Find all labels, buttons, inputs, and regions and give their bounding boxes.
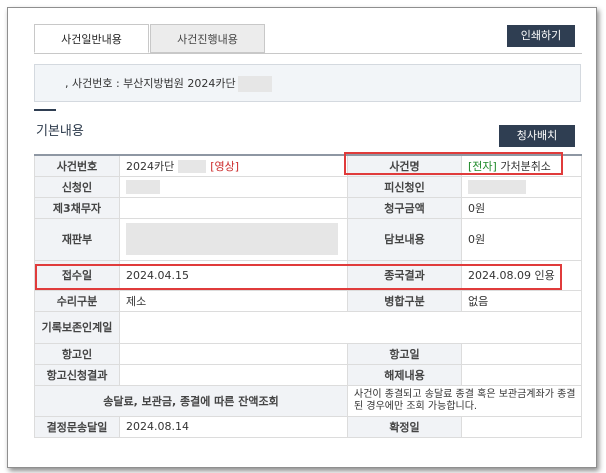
decision-served-value: 2024.08.14 <box>119 415 348 438</box>
table-row: 항고신청결과 해제내용 <box>34 363 582 386</box>
balance-inquiry-note: 사건이 종결되고 송달료 종결 혹은 보관금계좌가 종결된 경우에만 조회 가능… <box>347 384 582 417</box>
redacted-block <box>237 76 272 92</box>
row-label: 해제내용 <box>347 363 462 386</box>
release-value <box>461 363 582 386</box>
row-label: 피신청인 <box>347 175 462 198</box>
security-value: 0원 <box>461 217 582 261</box>
row-label: 청구금액 <box>347 196 462 219</box>
row-label: 병합구분 <box>347 289 462 312</box>
table-row: 결정문송달일 2024.08.14 확정일 <box>34 415 582 438</box>
row-label: 수리구분 <box>34 289 120 312</box>
table-row: 사건번호 2024카단 [영상] 사건명 [전자] 가처분취소 <box>34 154 582 177</box>
division-value <box>119 217 348 261</box>
table-row: 송달료, 보관금, 종결에 따른 잔액조회 사건이 종결되고 송달료 종결 혹은… <box>34 384 582 417</box>
row-label: 기록보존인계일 <box>34 310 120 344</box>
row-label: 재판부 <box>34 217 120 261</box>
redacted-block <box>126 179 160 194</box>
case-name-value: [전자] 가처분취소 <box>461 154 582 177</box>
section-title: 기본내용 <box>36 124 84 139</box>
redacted-block <box>126 223 338 255</box>
claim-amount-value: 0원 <box>461 196 582 219</box>
table-row: 항고인 항고일 <box>34 342 582 365</box>
tab-bar: 사건일반내용 사건진행내용 <box>34 24 266 54</box>
merged-value: 없음 <box>461 289 582 312</box>
row-label: 확정일 <box>347 415 462 438</box>
table-row: 재판부 담보내용 0원 <box>34 217 582 261</box>
respondent-value <box>461 175 582 198</box>
row-label: 신청인 <box>34 175 120 198</box>
case-number-value: 2024카단 [영상] <box>119 154 348 177</box>
print-button[interactable]: 인쇄하기 <box>507 25 575 47</box>
applicant-value <box>119 175 348 198</box>
tab-general-info[interactable]: 사건일반내용 <box>34 24 149 53</box>
final-result-value: 2024.08.09 인용 <box>461 259 582 291</box>
row-label: 결정문송달일 <box>34 415 120 438</box>
preservation-value <box>119 310 582 344</box>
balance-inquiry-link[interactable]: 송달료, 보관금, 종결에 따른 잔액조회 <box>34 384 348 417</box>
appeal-date-value <box>461 342 582 365</box>
case-header-text: , 사건번호 : 부산지방법원 2024카단 <box>65 77 236 90</box>
section-accent-bar <box>34 109 56 111</box>
dispatch-button[interactable]: 청사배치 <box>499 125 575 147</box>
row-label: 항고일 <box>347 342 462 365</box>
appeal-result-value <box>119 363 348 386</box>
appellant-value <box>119 342 348 365</box>
table-row: 수리구분 제소 병합구분 없음 <box>34 289 582 312</box>
case-detail-panel: 사건일반내용 사건진행내용 인쇄하기 , 사건번호 : 부산지방법원 2024카… <box>7 7 597 468</box>
case-info-table: 사건번호 2024카단 [영상] 사건명 [전자] 가처분취소 신청인 피신청인 … <box>34 154 582 438</box>
row-label: 담보내용 <box>347 217 462 261</box>
table-row: 신청인 피신청인 <box>34 175 582 198</box>
received-date-value: 2024.04.15 <box>119 259 348 291</box>
case-number-header: , 사건번호 : 부산지방법원 2024카단 <box>34 64 581 102</box>
tab-progress-info[interactable]: 사건진행내용 <box>150 24 265 53</box>
row-label: 사건명 <box>347 154 462 177</box>
video-tag: [영상] <box>210 159 240 173</box>
table-row: 기록보존인계일 <box>34 310 582 344</box>
row-label: 항고인 <box>34 342 120 365</box>
table-row: 접수일 2024.04.15 종국결과 2024.08.09 인용 <box>34 259 582 291</box>
table-row: 제3채무자 청구금액 0원 <box>34 196 582 219</box>
accepted-value: 제소 <box>119 289 348 312</box>
row-label: 항고신청결과 <box>34 363 120 386</box>
redacted-block <box>468 179 526 194</box>
row-label: 사건번호 <box>34 154 120 177</box>
finalized-value <box>461 415 582 438</box>
tab-divider <box>34 53 582 54</box>
row-label: 제3채무자 <box>34 196 120 219</box>
third-debtor-value <box>119 196 348 219</box>
electronic-tag: [전자] <box>468 159 497 173</box>
row-label: 접수일 <box>34 259 120 291</box>
redacted-block <box>178 160 207 174</box>
row-label: 종국결과 <box>347 259 462 291</box>
